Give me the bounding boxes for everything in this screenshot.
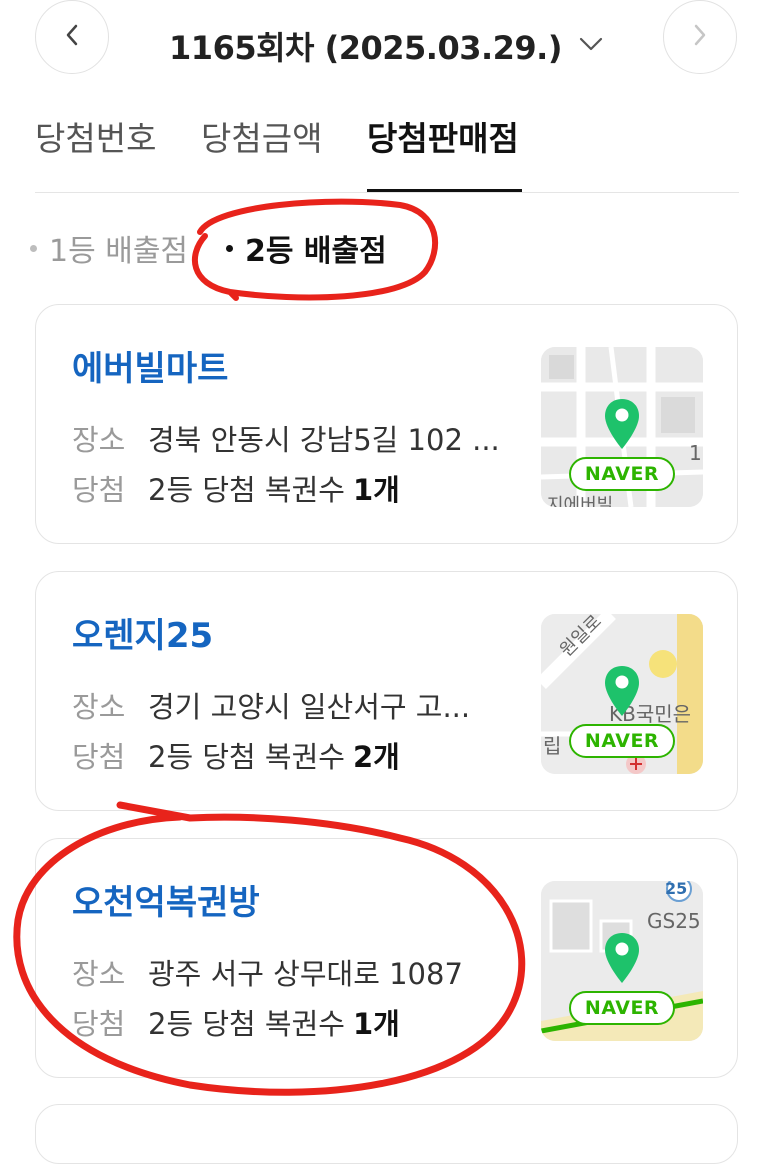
- map-label: 25: [665, 881, 688, 898]
- map-thumbnail[interactable]: 1( 지에버빌 NAVER: [541, 347, 703, 507]
- chevron-right-icon: [692, 23, 708, 51]
- store-address-row: 장소 광주 서구 상무대로 1087: [72, 951, 463, 993]
- naver-map-badge: NAVER: [569, 991, 675, 1025]
- win-count: 2개: [352, 740, 400, 774]
- naver-map-badge: NAVER: [569, 724, 675, 758]
- map-thumbnail[interactable]: 원일로 KB국민은 립 NAVER: [541, 614, 703, 774]
- map-label: 지에버빌: [547, 495, 614, 507]
- map-label: 립: [543, 734, 562, 758]
- tab-winning-stores[interactable]: 당첨판매점: [367, 112, 522, 192]
- chevron-down-icon: [578, 36, 604, 56]
- store-address-row: 장소 경기 고양시 일산서구 고...: [72, 684, 470, 726]
- store-name[interactable]: 오천억복권방: [72, 875, 260, 924]
- store-address-row: 장소 경북 안동시 강남5길 102 ...: [72, 417, 500, 459]
- win-text: 2등 당첨 복권수: [148, 740, 345, 774]
- store-card[interactable]: 오렌지25 장소 경기 고양시 일산서구 고... 당첨 2등 당첨 복권수 2…: [35, 571, 738, 811]
- map-label: 1(: [689, 441, 703, 465]
- result-tabs: 당첨번호 당첨금액 당첨판매점: [35, 112, 739, 193]
- win-label: 당첨: [72, 1007, 126, 1041]
- map-label: GS25: [647, 909, 701, 933]
- store-address: 경기 고양시 일산서구 고...: [148, 690, 471, 724]
- location-pin-icon: [605, 399, 639, 449]
- next-round-button[interactable]: [663, 0, 737, 74]
- tab-winning-numbers[interactable]: 당첨번호: [35, 112, 156, 192]
- round-selector[interactable]: 1165회차 (2025.03.29.): [0, 18, 773, 74]
- map-thumbnail[interactable]: 25 GS25 NAVER: [541, 881, 703, 1041]
- bullet-dot: [226, 244, 233, 252]
- win-text: 2등 당첨 복권수: [148, 473, 345, 507]
- bullet-dot: [30, 244, 37, 252]
- address-label: 장소: [72, 957, 126, 991]
- store-card[interactable]: [35, 1104, 738, 1164]
- win-text: 2등 당첨 복권수: [148, 1007, 345, 1041]
- win-label: 당첨: [72, 473, 126, 507]
- filter-first-prize[interactable]: 1등 배출점: [30, 226, 188, 270]
- store-address: 광주 서구 상무대로 1087: [148, 957, 463, 991]
- win-count: 1개: [352, 473, 400, 507]
- win-count: 1개: [352, 1007, 400, 1041]
- store-card[interactable]: 에버빌마트 장소 경북 안동시 강남5길 102 ... 당첨 2등 당첨 복권…: [35, 304, 738, 544]
- store-name[interactable]: 에버빌마트: [72, 341, 228, 390]
- tab-prize-amount[interactable]: 당첨금액: [201, 112, 322, 192]
- store-win-row: 당첨 2등 당첨 복권수 2개: [72, 734, 400, 776]
- store-name[interactable]: 오렌지25: [72, 608, 213, 657]
- filter-first-prize-label: 1등 배출점: [49, 234, 189, 269]
- win-label: 당첨: [72, 740, 126, 774]
- filter-second-prize[interactable]: 2등 배출점: [226, 226, 387, 270]
- address-label: 장소: [72, 690, 126, 724]
- filter-second-prize-label: 2등 배출점: [245, 234, 387, 269]
- location-pin-icon: [605, 666, 639, 716]
- store-card[interactable]: 오천억복권방 장소 광주 서구 상무대로 1087 당첨 2등 당첨 복권수 1…: [35, 838, 738, 1078]
- round-label: 1165회차 (2025.03.29.): [169, 29, 562, 67]
- naver-map-badge: NAVER: [569, 457, 675, 491]
- store-address: 경북 안동시 강남5길 102 ...: [148, 423, 500, 457]
- store-win-row: 당첨 2등 당첨 복권수 1개: [72, 467, 400, 509]
- address-label: 장소: [72, 423, 126, 457]
- store-win-row: 당첨 2등 당첨 복권수 1개: [72, 1001, 400, 1043]
- location-pin-icon: [605, 933, 639, 983]
